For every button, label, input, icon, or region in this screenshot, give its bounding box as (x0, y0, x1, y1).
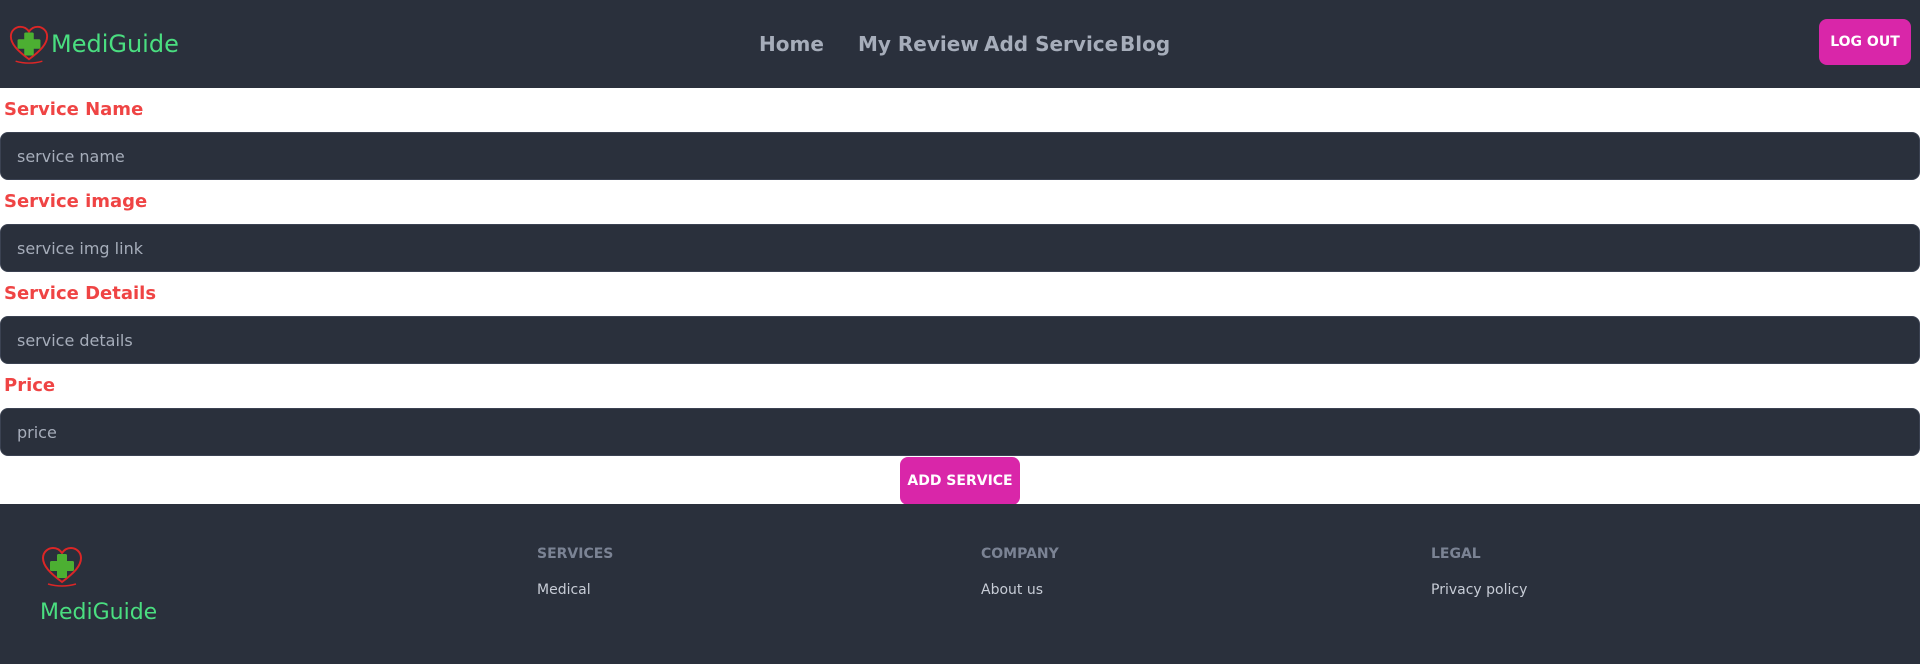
footer-title-services: SERVICES (537, 546, 614, 562)
service-name-label: Service Name (4, 99, 144, 120)
footer-brand-name: MediGuide (40, 600, 158, 625)
footer-link-medical[interactable]: Medical (537, 580, 613, 600)
nav-home[interactable]: Home (759, 30, 824, 58)
footer-column-legal: LEGAL Privacy policy (1431, 544, 1527, 600)
footer-column-company: COMPANY About us (981, 544, 1059, 600)
service-image-input[interactable] (0, 224, 1920, 272)
service-name-input[interactable] (0, 132, 1920, 180)
footer: MediGuide SERVICES Medical COMPANY About… (0, 504, 1920, 664)
footer-title-company: COMPANY (981, 546, 1059, 562)
service-image-label: Service image (4, 191, 148, 212)
add-service-button[interactable]: ADD SERVICE (900, 457, 1020, 505)
logout-button[interactable]: LOG OUT (1819, 19, 1911, 65)
navbar: MediGuide Home My Review Add Service Blo… (0, 0, 1920, 88)
price-label: Price (4, 375, 56, 396)
footer-link-privacy-policy[interactable]: Privacy policy (1431, 580, 1527, 600)
footer-link-about-us[interactable]: About us (981, 580, 1059, 600)
price-input[interactable] (0, 408, 1920, 456)
page-bottom-strip (0, 664, 1920, 672)
nav-blog[interactable]: Blog (1120, 30, 1170, 58)
nav-add-service[interactable]: Add Service (984, 30, 1118, 58)
footer-title-legal: LEGAL (1431, 546, 1481, 562)
service-details-input[interactable] (0, 316, 1920, 364)
heart-medical-cross-icon (41, 546, 83, 587)
add-service-form: Service Name Service image Service Detai… (0, 88, 1920, 505)
footer-column-services: SERVICES Medical (537, 544, 613, 600)
nav-my-review[interactable]: My Review (858, 30, 979, 58)
service-details-label: Service Details (4, 283, 157, 304)
nav-menu: Home My Review Add Service Blog (0, 30, 1920, 58)
